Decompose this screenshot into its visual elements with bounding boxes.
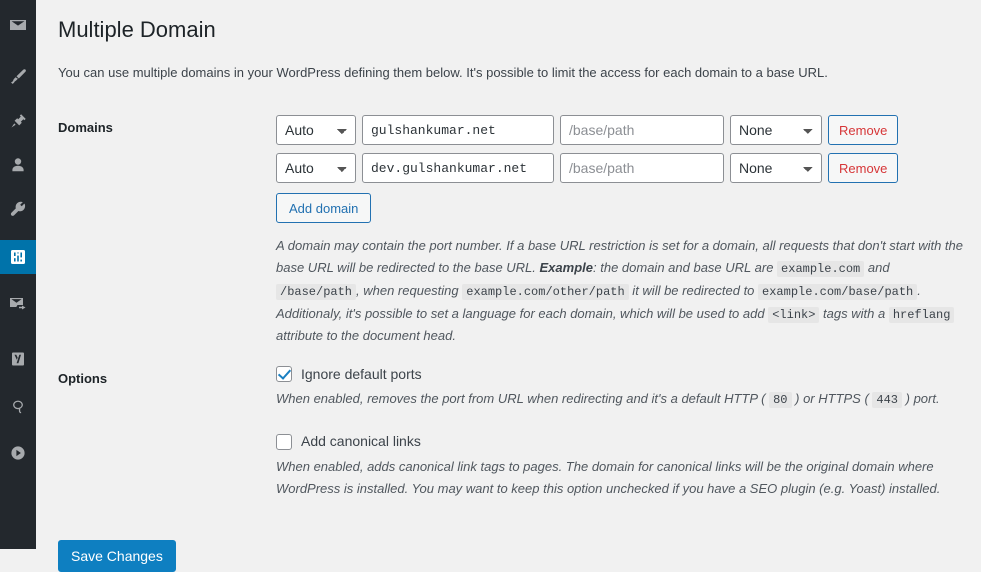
domains-help-text: A domain may contain the port number. If… <box>276 235 971 348</box>
page-title: Multiple Domain <box>58 17 216 42</box>
settings-icon <box>8 247 28 267</box>
code-link-tag: <link> <box>768 306 820 323</box>
sidebar-item-query[interactable] <box>0 390 36 424</box>
remove-domain-button[interactable]: Remove <box>828 115 899 146</box>
domains-section-label: Domains <box>58 120 113 136</box>
canonical-links-description: When enabled, adds canonical link tags t… <box>276 458 941 497</box>
admin-page: Multiple Domain You can use multiple dom… <box>0 0 981 572</box>
ports-desc-part-3: ) port. <box>902 391 940 407</box>
submit-area: Save Changes <box>58 539 981 572</box>
code-redirect-target: example.com/base/path <box>758 284 918 301</box>
ports-desc-part-1: When enabled, removes the port from URL … <box>276 391 770 407</box>
options-fields-cell: Ignore default ports When enabled, remov… <box>276 357 981 510</box>
help-example-bold: Example <box>539 260 593 276</box>
sidebar-item-settings[interactable] <box>0 240 44 274</box>
ports-desc-part-2: ) or HTTPS ( <box>791 391 873 407</box>
base-path-input[interactable] <box>560 115 724 146</box>
wrench-icon <box>8 199 28 219</box>
ignore-default-ports-checkbox[interactable] <box>276 366 292 383</box>
protocol-select[interactable]: Auto <box>276 115 356 146</box>
brush-icon <box>8 67 28 87</box>
code-base-path: /base/path <box>276 284 357 301</box>
help-part-3: and <box>864 260 890 276</box>
code-port-443: 443 <box>872 392 903 409</box>
canonical-links-line: Add canonical links <box>276 433 971 450</box>
language-select[interactable]: None <box>730 153 822 184</box>
save-changes-button[interactable]: Save Changes <box>58 539 176 572</box>
options-section-label: Options <box>58 370 108 386</box>
sidebar-item-mail-send[interactable] <box>0 286 36 320</box>
protocol-select[interactable]: Auto <box>276 153 356 184</box>
option-add-canonical-links: Add canonical links When enabled, adds c… <box>276 433 971 501</box>
mail-icon <box>8 15 28 35</box>
base-path-input[interactable] <box>560 153 724 184</box>
code-hreflang: hreflang <box>888 306 955 323</box>
sidebar-item-mail[interactable] <box>0 8 36 42</box>
options-row: Options Ignore default ports When enable… <box>58 357 981 510</box>
play-icon <box>8 443 28 463</box>
mail-send-icon <box>8 293 28 313</box>
admin-sidebar <box>0 0 44 549</box>
domain-row: Auto None Remove <box>276 115 971 146</box>
help-part-7: tags with a <box>819 305 889 321</box>
domain-row: Auto None Remove <box>276 153 971 184</box>
help-part-2: : the domain and base URL are <box>593 260 778 276</box>
help-part-4: , when requesting <box>356 283 463 299</box>
sidebar-item-tools[interactable] <box>0 192 36 226</box>
domain-input[interactable] <box>362 153 554 184</box>
language-select[interactable]: None <box>730 115 822 146</box>
main-content: Multiple Domain You can use multiple dom… <box>36 0 981 572</box>
ignore-default-ports-label[interactable]: Ignore default ports <box>301 366 422 383</box>
domains-row: Domains Auto None Remove <box>58 106 981 357</box>
domain-input[interactable] <box>362 115 554 146</box>
sidebar-item-yoast[interactable] <box>0 342 36 376</box>
domains-fields-cell: Auto None Remove Auto <box>276 106 981 357</box>
settings-form-table: Domains Auto None Remove <box>58 106 981 510</box>
help-part-8: attribute to the document head. <box>276 328 456 344</box>
yoast-icon <box>8 349 28 369</box>
user-icon <box>8 155 28 175</box>
add-canonical-links-checkbox[interactable] <box>276 433 292 450</box>
ignore-ports-line: Ignore default ports <box>276 366 971 383</box>
sidebar-item-play[interactable] <box>0 436 36 470</box>
code-port-80: 80 <box>769 392 792 409</box>
add-domain-button[interactable]: Add domain <box>276 193 372 224</box>
sidebar-item-plugins[interactable] <box>0 104 36 138</box>
page-description: You can use multiple domains in your Wor… <box>58 64 828 80</box>
query-icon <box>8 397 28 417</box>
remove-domain-button[interactable]: Remove <box>828 153 899 184</box>
option-ignore-default-ports: Ignore default ports When enabled, remov… <box>276 366 971 411</box>
plugins-icon <box>8 111 28 131</box>
code-example-domain: example.com <box>777 261 865 278</box>
ignore-ports-description: When enabled, removes the port from URL … <box>276 388 971 411</box>
help-part-5: it will be redirected to <box>628 283 759 299</box>
add-canonical-links-label[interactable]: Add canonical links <box>301 433 421 450</box>
sidebar-item-users[interactable] <box>0 148 36 182</box>
sidebar-item-appearance[interactable] <box>0 60 36 94</box>
code-other-path: example.com/other/path <box>462 284 629 301</box>
